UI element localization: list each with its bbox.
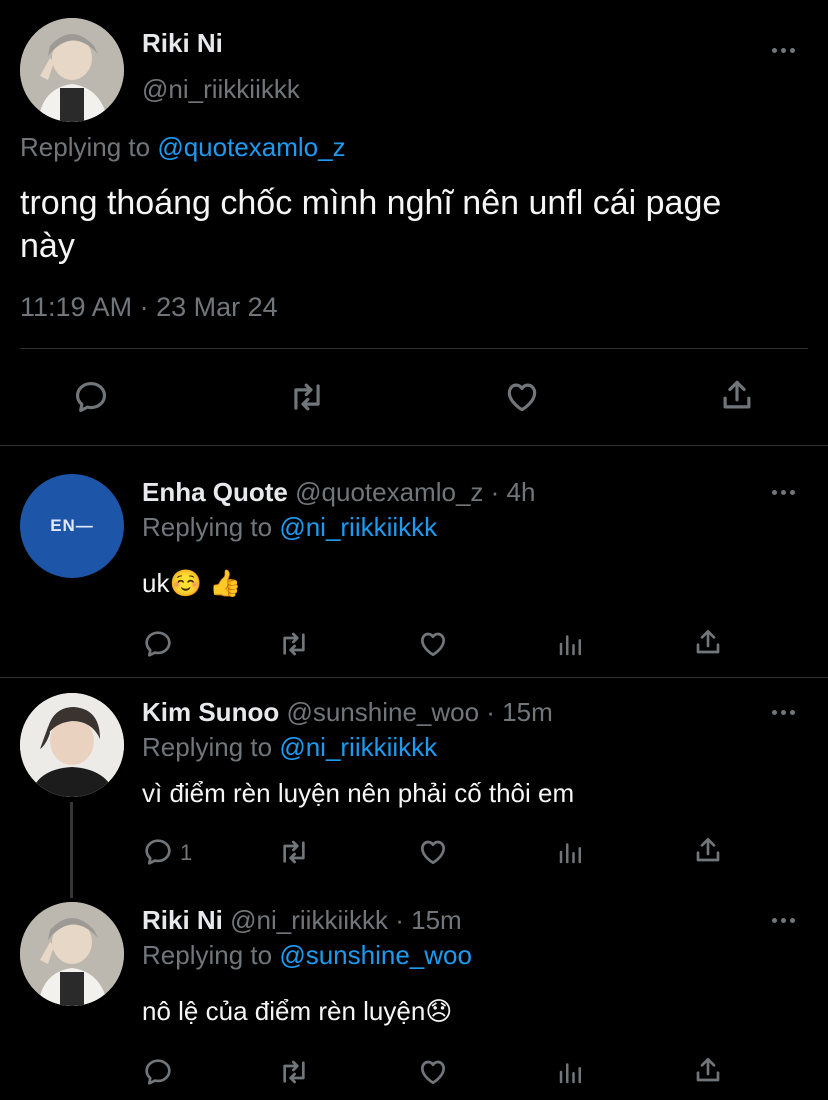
author-handle-time[interactable]: @sunshine_woo · 15m [286, 697, 552, 727]
tweet-text-line-1: trong thoáng chốc mình nghĩ nên unfl cái… [20, 184, 722, 222]
divider [0, 677, 828, 678]
like-heart-icon[interactable] [416, 628, 450, 660]
avatar-enha-quote[interactable]: EN— [20, 474, 124, 578]
reply-header: Enha Quote @quotexamlo_z · 4h [142, 477, 535, 508]
more-options-icon[interactable] [772, 708, 798, 718]
analytics-icon[interactable] [556, 628, 586, 660]
reply-header: Kim Sunoo @sunshine_woo · 15m [142, 697, 553, 728]
replying-prefix: Replying to [142, 940, 273, 970]
reply-header: Riki Ni @ni_riikkiikkk · 15m [142, 905, 462, 936]
author-handle-time[interactable]: @ni_riikkiikkk · 15m [230, 905, 462, 935]
author-handle[interactable]: @ni_riikkiikkk [142, 74, 300, 105]
person-photo [20, 18, 124, 122]
avatar-riki-ni[interactable] [20, 18, 124, 122]
author-handle-time[interactable]: @quotexamlo_z · 4h [295, 477, 535, 507]
replying-prefix: Replying to [20, 132, 151, 162]
replying-handle-link[interactable]: @quotexamlo_z [157, 132, 345, 162]
replying-handle-link[interactable]: @sunshine_woo [279, 940, 472, 970]
reply-icon[interactable] [142, 836, 174, 868]
retweet-icon[interactable] [276, 628, 312, 660]
retweet-icon[interactable] [276, 1056, 312, 1088]
share-icon[interactable] [692, 834, 724, 866]
more-options-icon[interactable] [772, 46, 798, 56]
like-heart-icon[interactable] [416, 836, 450, 868]
author-name[interactable]: Riki Ni [142, 28, 223, 59]
avatar-riki-ni[interactable] [20, 902, 124, 1006]
author-name[interactable]: Enha Quote [142, 477, 288, 507]
more-options-icon[interactable] [772, 916, 798, 926]
reply-text: vì điểm rèn luyện nên phải cố thôi em [142, 778, 575, 808]
replying-to: Replying to @ni_riikkiikkk [142, 732, 437, 763]
thread-connector-line [70, 802, 73, 898]
replying-to: Replying to @ni_riikkiikkk [142, 512, 437, 543]
reply-icon[interactable] [142, 1056, 174, 1088]
tweet-text-line-2: này [20, 227, 75, 265]
reply-text: nô lệ của điểm rèn luyện😞 [142, 996, 453, 1026]
replying-handle-link[interactable]: @ni_riikkiikkk [279, 732, 437, 762]
more-options-icon[interactable] [772, 488, 798, 498]
tweet-timestamp[interactable]: 11:19 AM · 23 Mar 24 [20, 292, 278, 323]
replying-to: Replying to @quotexamlo_z [20, 132, 346, 163]
retweet-icon[interactable] [276, 836, 312, 868]
divider [0, 445, 828, 446]
share-icon[interactable] [692, 626, 724, 658]
author-name[interactable]: Riki Ni [142, 905, 223, 935]
replying-handle-link[interactable]: @ni_riikkiikkk [279, 512, 437, 542]
avatar-logo-text: EN— [50, 516, 94, 535]
reply-text: uk☺️ 👍 [142, 568, 242, 598]
replying-prefix: Replying to [142, 512, 273, 542]
person-photo [20, 693, 124, 797]
analytics-icon[interactable] [556, 1056, 586, 1088]
reply-icon[interactable] [142, 628, 174, 660]
reply-count: 1 [180, 840, 193, 865]
author-name[interactable]: Kim Sunoo [142, 697, 279, 727]
like-heart-icon[interactable] [502, 378, 542, 416]
share-icon[interactable] [692, 1054, 724, 1086]
analytics-icon[interactable] [556, 836, 586, 868]
person-photo [20, 902, 124, 1006]
replying-prefix: Replying to [142, 732, 273, 762]
like-heart-icon[interactable] [416, 1056, 450, 1088]
replying-to: Replying to @sunshine_woo [142, 940, 472, 971]
retweet-icon[interactable] [286, 378, 328, 416]
avatar-kim-sunoo[interactable] [20, 693, 124, 797]
share-icon[interactable] [718, 376, 756, 414]
divider [20, 348, 808, 349]
reply-icon[interactable] [72, 378, 110, 416]
